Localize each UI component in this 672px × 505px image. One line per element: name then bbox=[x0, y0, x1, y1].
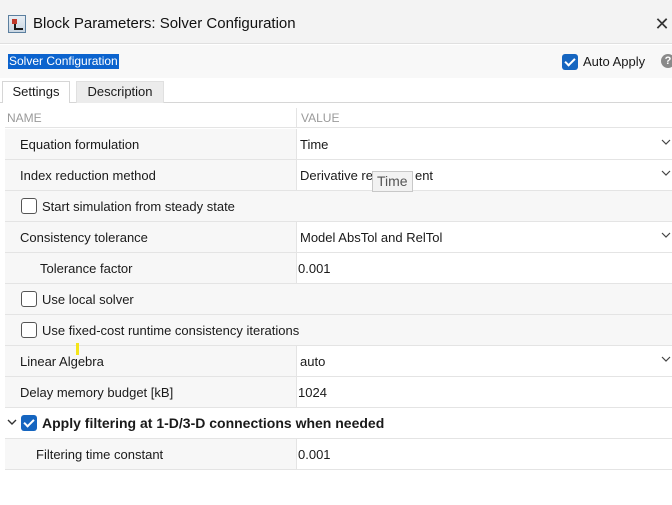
window-title: Block Parameters: Solver Configuration bbox=[33, 15, 296, 32]
column-header-name: NAME bbox=[7, 111, 42, 125]
auto-apply-label: Auto Apply bbox=[583, 54, 646, 70]
fixed-cost-checkbox[interactable] bbox=[21, 322, 37, 338]
row-fixed-cost: Use fixed-cost runtime consistency itera… bbox=[5, 315, 672, 346]
cursor-marker bbox=[76, 343, 79, 355]
index-reduction-value-start: Derivative re bbox=[300, 168, 373, 183]
chevron-down-icon[interactable] bbox=[661, 137, 671, 147]
column-header-value: VALUE bbox=[301, 111, 340, 125]
auto-apply-checkbox[interactable] bbox=[562, 53, 578, 70]
linear-algebra-label: Linear Algebra bbox=[20, 354, 104, 369]
tab-bar: Settings Description bbox=[0, 79, 672, 103]
linear-algebra-dropdown[interactable]: auto bbox=[300, 354, 325, 369]
delay-memory-field[interactable]: 1024 bbox=[298, 385, 327, 400]
tolerance-factor-field[interactable]: 0.001 bbox=[298, 261, 331, 276]
consistency-tolerance-dropdown[interactable]: Model AbsTol and RelTol bbox=[300, 230, 442, 245]
tab-settings[interactable]: Settings bbox=[2, 81, 70, 103]
chevron-down-icon[interactable] bbox=[661, 354, 671, 364]
row-consistency-tolerance: Consistency tolerance Model AbsTol and R… bbox=[5, 222, 672, 253]
row-filtering-section: Apply filtering at 1-D/3-D connections w… bbox=[5, 408, 672, 439]
equation-formulation-dropdown[interactable]: Time bbox=[300, 137, 328, 152]
local-solver-label: Use local solver bbox=[42, 292, 134, 307]
block-name[interactable]: Solver Configuration bbox=[8, 54, 119, 69]
block-header: Solver Configuration Auto Apply ? bbox=[0, 45, 672, 78]
filtering-time-label: Filtering time constant bbox=[36, 447, 164, 462]
filtering-label: Apply filtering at 1-D/3-D connections w… bbox=[42, 415, 385, 431]
row-index-reduction: Index reduction method Derivative re ent bbox=[5, 160, 672, 191]
tab-description[interactable]: Description bbox=[76, 81, 164, 103]
help-icon[interactable]: ? bbox=[661, 54, 672, 68]
index-reduction-dropdown[interactable]: Derivative re ent bbox=[300, 168, 433, 183]
tolerance-factor-label: Tolerance factor bbox=[40, 261, 133, 276]
consistency-tolerance-label: Consistency tolerance bbox=[20, 230, 148, 245]
collapse-chevron-icon[interactable] bbox=[7, 418, 17, 426]
auto-apply-toggle[interactable]: Auto Apply bbox=[562, 53, 645, 71]
row-linear-algebra: Linear Algebra auto bbox=[5, 346, 672, 377]
chevron-down-icon[interactable] bbox=[661, 168, 671, 178]
close-icon[interactable]: ✕ bbox=[652, 14, 672, 34]
row-local-solver: Use local solver bbox=[5, 284, 672, 315]
row-delay-memory: Delay memory budget [kB] 1024 bbox=[5, 377, 672, 408]
fixed-cost-label: Use fixed-cost runtime consistency itera… bbox=[42, 323, 300, 338]
local-solver-checkbox[interactable] bbox=[21, 291, 37, 307]
index-reduction-value-end: ent bbox=[414, 168, 434, 183]
row-tolerance-factor: Tolerance factor 0.001 bbox=[5, 253, 672, 284]
title-bar: Block Parameters: Solver Configuration ✕ bbox=[0, 0, 672, 44]
filtering-checkbox[interactable] bbox=[21, 415, 37, 431]
row-steady-state: Start simulation from steady state bbox=[5, 191, 672, 222]
filtering-time-field[interactable]: 0.001 bbox=[298, 447, 331, 462]
row-filtering-time: Filtering time constant 0.001 bbox=[5, 439, 672, 470]
equation-formulation-label: Equation formulation bbox=[20, 137, 140, 152]
steady-state-checkbox[interactable] bbox=[21, 198, 37, 214]
tooltip: Time bbox=[372, 171, 413, 192]
delay-memory-label: Delay memory budget [kB] bbox=[20, 385, 174, 400]
block-parameters-icon bbox=[8, 15, 26, 33]
chevron-down-icon[interactable] bbox=[661, 230, 671, 240]
index-reduction-label: Index reduction method bbox=[20, 168, 156, 183]
grid-header: NAME VALUE bbox=[5, 108, 672, 128]
steady-state-label: Start simulation from steady state bbox=[42, 199, 235, 214]
row-equation-formulation: Equation formulation Time bbox=[5, 129, 672, 160]
